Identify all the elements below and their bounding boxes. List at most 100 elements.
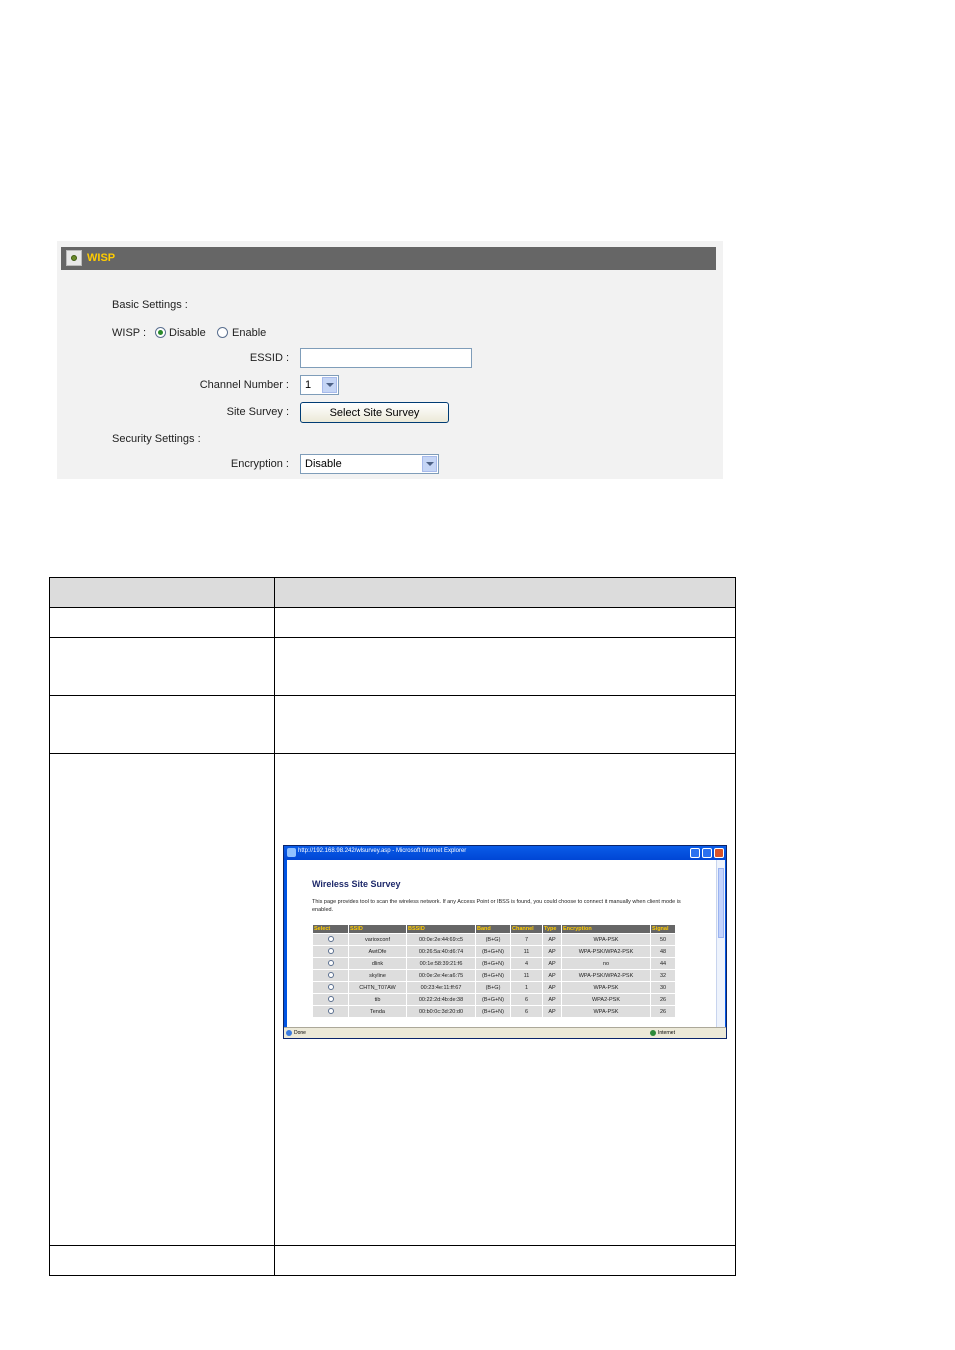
table-row: skyline 00:0e:2e:4e:a6:75 (B+G+N) 11 AP … (312, 969, 676, 982)
ssid-cell: CHTN_T07AW (348, 981, 407, 994)
select-cell (312, 1005, 349, 1018)
select-cell (312, 945, 349, 958)
wisp-title: WISP (87, 252, 116, 264)
band-cell: (B+G) (475, 981, 511, 994)
select-radio[interactable] (327, 1007, 334, 1014)
wisp-enable-label: Enable (232, 327, 267, 339)
bssid-cell: 00:22:2d:4b:de:38 (406, 993, 476, 1006)
wisp-enable-radio[interactable] (217, 327, 228, 338)
ie-page-icon (287, 848, 296, 857)
wisp-settings-panel: WISP Basic Settings : WISP : Disable Ena… (57, 241, 723, 479)
bssid-cell: 00:23:4e:11:ff:67 (406, 981, 476, 994)
wisp-disable-radio[interactable] (155, 327, 166, 338)
channel-cell: 7 (510, 933, 543, 946)
bssid-cell: 00:26:5a:40:d6:74 (406, 945, 476, 958)
bssid-cell: 00:b0:0c:3d:20:d0 (406, 1005, 476, 1018)
band-cell: (B+G+N) (475, 1005, 511, 1018)
table-border (735, 577, 736, 1276)
channel-number-label: Channel Number : (199, 379, 289, 391)
select-cell (312, 933, 349, 946)
wisp-mode-label: WISP : (112, 327, 147, 339)
column-header: Band (475, 924, 511, 934)
minimize-icon[interactable] (690, 848, 700, 858)
table-row: AwtOfe 00:26:5a:40:d6:74 (B+G+N) 11 AP W… (312, 945, 676, 958)
table-border (49, 1275, 736, 1276)
channel-number-select[interactable]: 1 (300, 375, 339, 395)
select-radio[interactable] (327, 971, 334, 978)
signal-cell: 48 (650, 945, 676, 958)
channel-cell: 11 (510, 945, 543, 958)
encryption-cell: WPA-PSK (561, 1005, 651, 1018)
maximize-icon[interactable] (702, 848, 712, 858)
column-header: Select (312, 924, 349, 934)
select-cell (312, 981, 349, 994)
encryption-label: Encryption : (230, 458, 289, 470)
essid-label: ESSID : (249, 352, 289, 364)
table-row: CHTN_T07AW 00:23:4e:11:ff:67 (B+G) 1 AP … (312, 981, 676, 994)
wisp-disable-label: Disable (169, 327, 206, 339)
essid-input[interactable] (300, 348, 472, 368)
type-cell: AP (542, 969, 562, 982)
table-row-divider (49, 1245, 736, 1246)
survey-table: Select SSID BSSID Band Channel Type Encr… (312, 924, 676, 1018)
table-row: tib 00:22:2d:4b:de:38 (B+G+N) 6 AP WPA2-… (312, 993, 676, 1006)
encryption-select[interactable]: Disable (300, 454, 439, 474)
page-done-icon (286, 1030, 292, 1036)
close-icon[interactable] (714, 848, 724, 858)
table-row-divider (49, 753, 736, 754)
zone-text: Internet (658, 1030, 675, 1036)
ssid-cell: AwtOfe (348, 945, 407, 958)
type-cell: AP (542, 993, 562, 1006)
type-cell: AP (542, 945, 562, 958)
channel-number-value: 1 (305, 379, 312, 391)
bssid-cell: 00:0e:2e:44:69:c5 (406, 933, 476, 946)
encryption-cell: WPA-PSK/WPA2-PSK (561, 969, 651, 982)
select-radio[interactable] (327, 947, 334, 954)
encryption-value: Disable (305, 458, 342, 470)
section-bullet-icon (66, 250, 82, 266)
ssid-cell: tib (348, 993, 407, 1006)
survey-table-header: Select SSID BSSID Band Channel Type Encr… (312, 924, 676, 934)
chevron-down-icon (422, 456, 437, 472)
table-row: dlink 00:1e:58:39:21:f6 (B+G+N) 4 AP no … (312, 957, 676, 970)
table-border (49, 577, 50, 1276)
band-cell: (B+G+N) (475, 993, 511, 1006)
status-text: Done (294, 1030, 306, 1036)
type-cell: AP (542, 957, 562, 970)
channel-cell: 6 (510, 1005, 543, 1018)
select-radio[interactable] (327, 995, 334, 1002)
ssid-cell: dlink (348, 957, 407, 970)
encryption-cell: WPA-PSK (561, 981, 651, 994)
band-cell: (B+G+N) (475, 957, 511, 970)
browser-scrollbar[interactable] (716, 860, 725, 1027)
column-header: Channel (510, 924, 543, 934)
channel-cell: 1 (510, 981, 543, 994)
select-cell (312, 957, 349, 970)
signal-cell: 30 (650, 981, 676, 994)
table-header-row (49, 577, 735, 607)
type-cell: AP (542, 933, 562, 946)
column-header: Signal (650, 924, 676, 934)
ssid-cell: skyline (348, 969, 407, 982)
table-row-divider (49, 695, 736, 696)
type-cell: AP (542, 981, 562, 994)
encryption-cell: WPA-PSK/WPA2-PSK (561, 945, 651, 958)
encryption-cell: WPA2-PSK (561, 993, 651, 1006)
wisp-header-bar: WISP (61, 247, 716, 270)
band-cell: (B+G+N) (475, 945, 511, 958)
site-survey-browser-window: http://192.168.98.242/wlsurvey.asp - Mic… (283, 845, 727, 1039)
channel-cell: 11 (510, 969, 543, 982)
scrollbar-thumb[interactable] (718, 868, 724, 938)
select-radio[interactable] (327, 959, 334, 966)
browser-content: Wireless Site Survey This page provides … (287, 860, 716, 1027)
select-site-survey-button[interactable]: Select Site Survey (300, 402, 449, 423)
encryption-cell: no (561, 957, 651, 970)
select-radio[interactable] (327, 935, 334, 942)
ssid-cell: Tenda (348, 1005, 407, 1018)
select-radio[interactable] (327, 983, 334, 990)
column-header: SSID (348, 924, 407, 934)
site-survey-label: Site Survey : (226, 406, 289, 418)
table-column-divider (274, 577, 275, 1276)
select-cell (312, 969, 349, 982)
band-cell: (B+G+N) (475, 969, 511, 982)
